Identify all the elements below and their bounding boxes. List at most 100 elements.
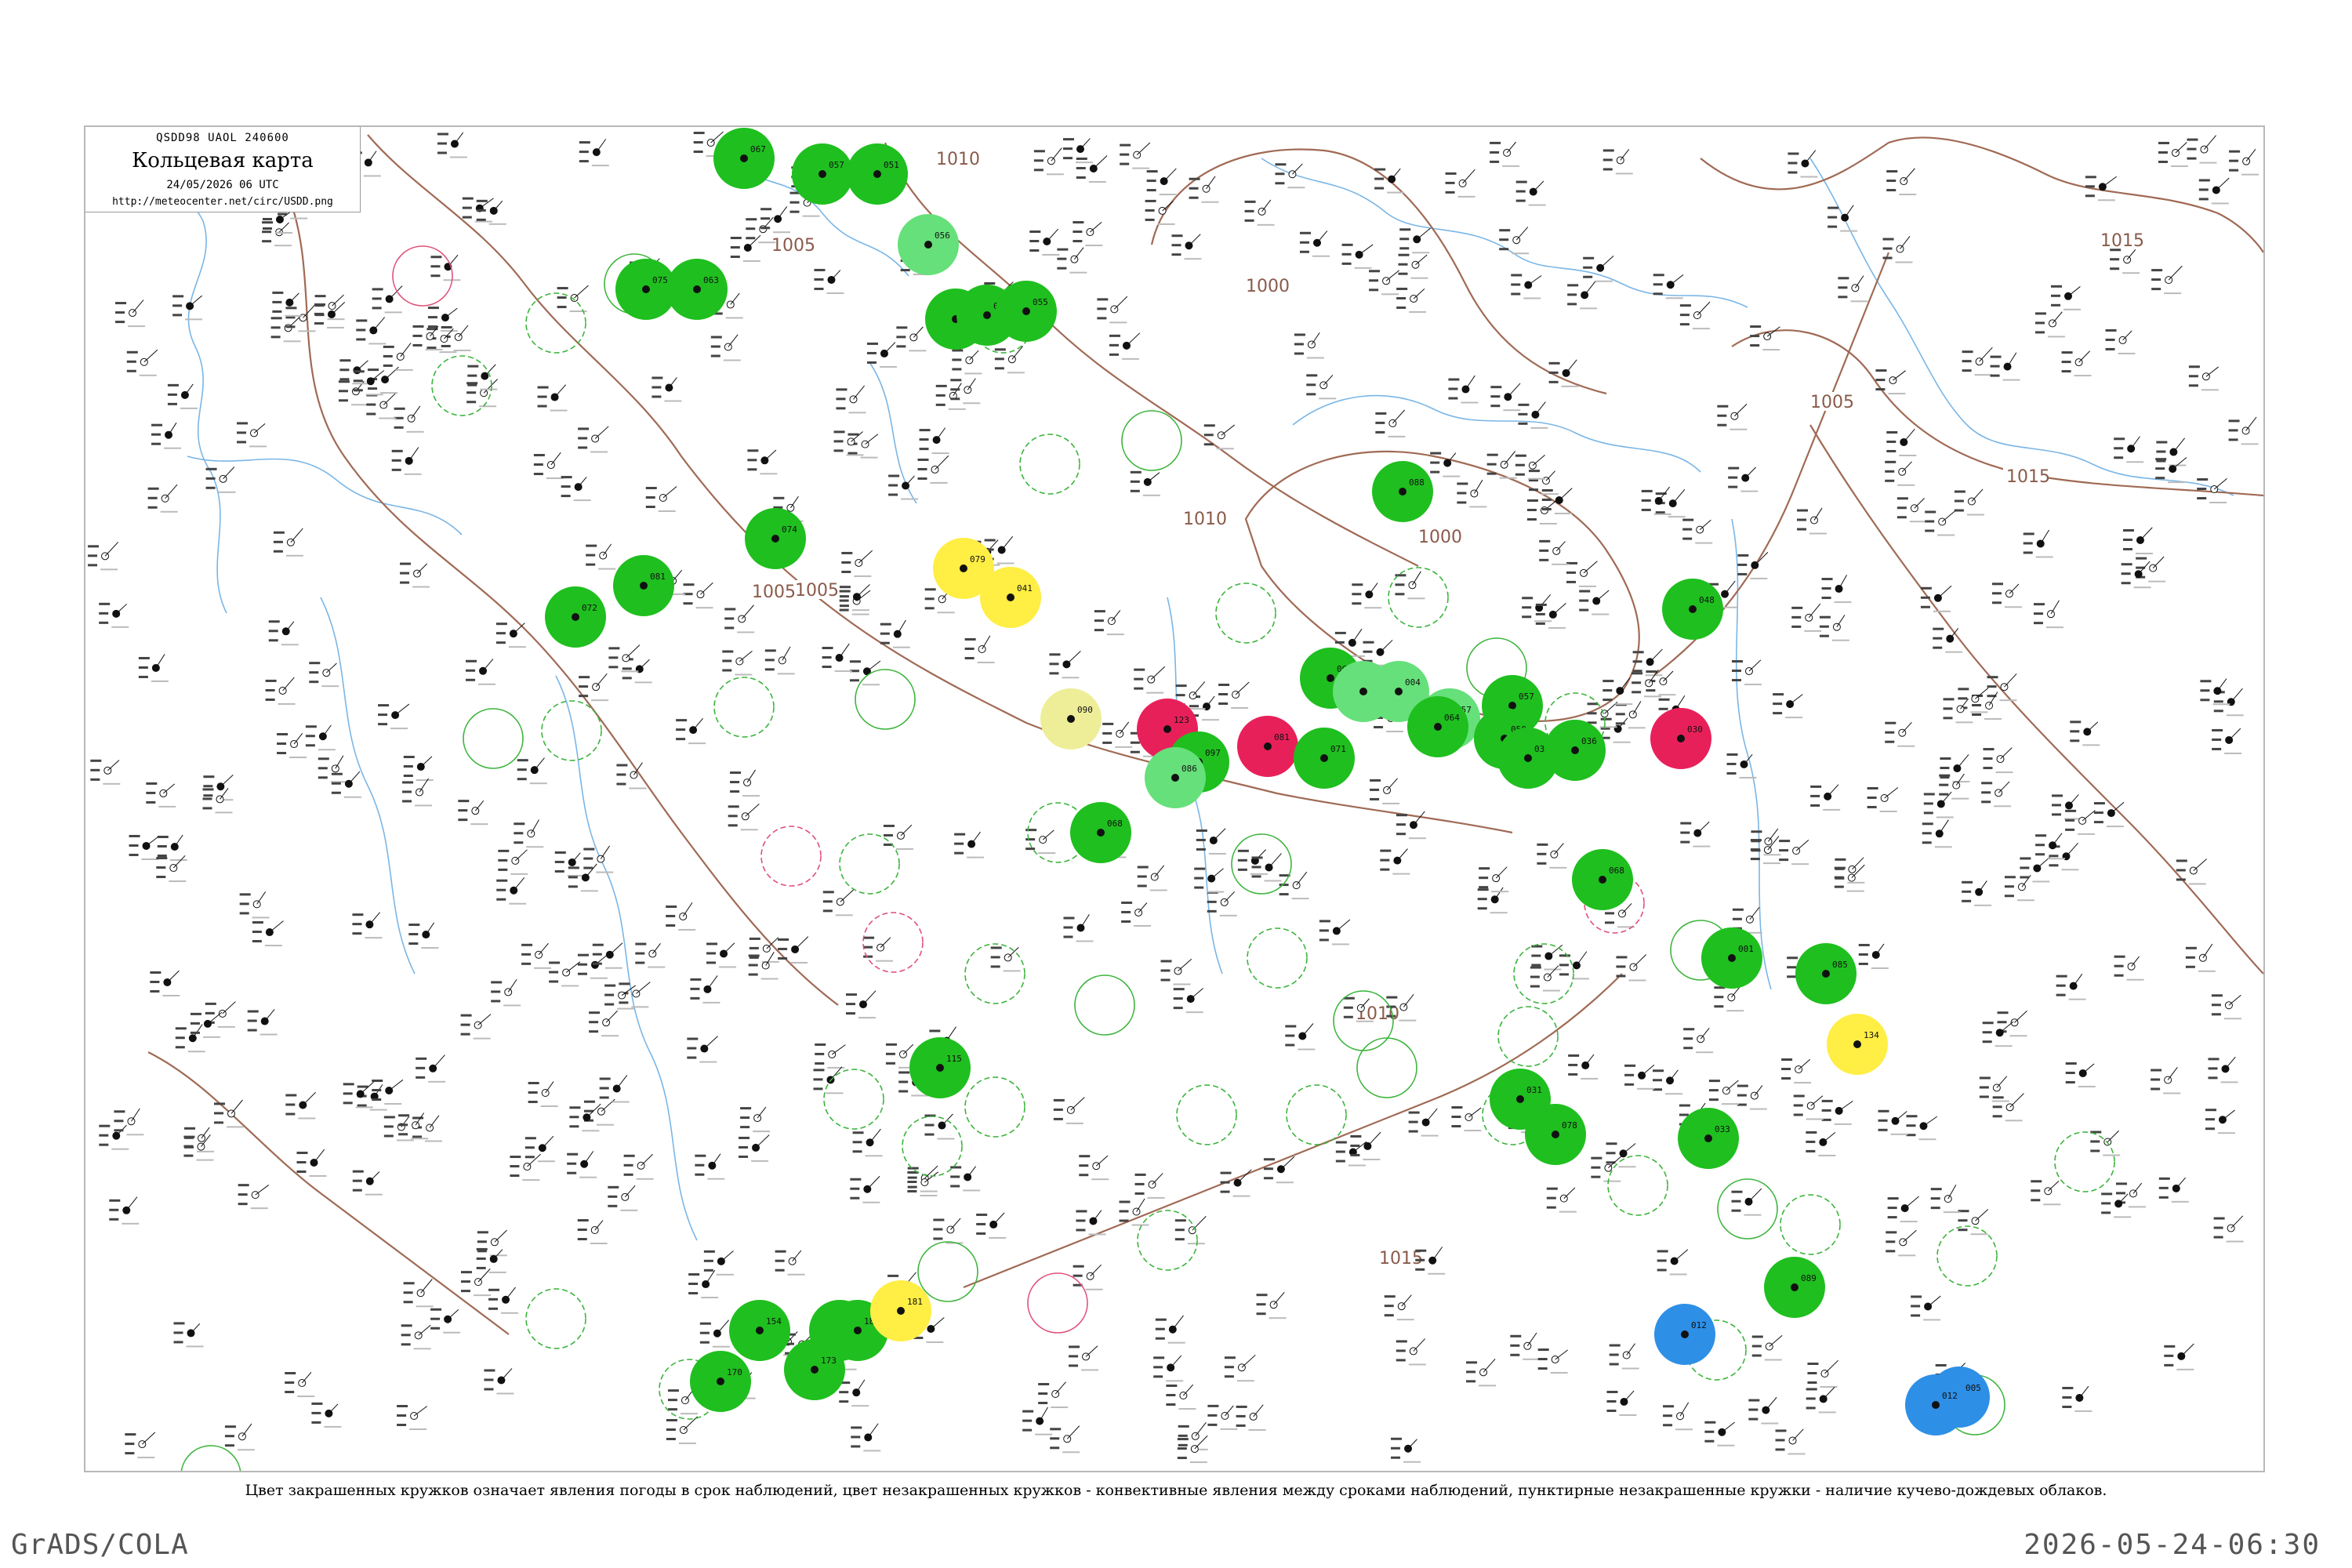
- station-value-mark: [2122, 528, 2134, 532]
- wind-barb: [493, 1249, 503, 1260]
- station-value-mark: [1029, 240, 1040, 243]
- station-value-mark: [1145, 218, 1155, 221]
- station-plot: [579, 139, 609, 167]
- station-value-mark: [1875, 379, 1886, 382]
- station-value-mark: [1109, 334, 1120, 337]
- station-value-mark: [1962, 899, 1972, 902]
- station-name-mark: [141, 858, 159, 860]
- station-dot: [1666, 281, 1675, 289]
- station-name-mark: [1717, 1444, 1735, 1446]
- station-name-mark: [1219, 914, 1237, 916]
- station-plot: [896, 326, 927, 352]
- wind-barb: [1359, 244, 1374, 256]
- station-plot: [394, 405, 424, 433]
- station-plot: [1134, 1173, 1165, 1199]
- station-value-mark: [839, 1400, 849, 1403]
- station-name-mark: [1730, 428, 1748, 430]
- station-name-mark: [550, 409, 568, 412]
- station-value-mark: [1906, 1124, 1916, 1127]
- wind-barb: [1367, 1131, 1381, 1147]
- station-value-mark: [2034, 312, 2046, 315]
- station-value-mark: [1396, 296, 1406, 299]
- station-name-mark: [742, 795, 760, 797]
- station-name-mark: [648, 966, 666, 968]
- station-value-mark: [1369, 289, 1379, 292]
- wind-barb: [585, 863, 597, 878]
- wind-barb: [2052, 311, 2063, 324]
- weather-station-filled: 086: [1145, 747, 1206, 808]
- wind-barb: [1650, 648, 1663, 662]
- station-plot: [1306, 374, 1337, 400]
- station-plot: [1451, 1106, 1482, 1132]
- station-name-mark: [1890, 1133, 1908, 1135]
- station-name-mark: [964, 372, 982, 375]
- isobar-label: 1015: [2006, 467, 2050, 487]
- station-value-mark: [1602, 699, 1613, 702]
- station-value-mark: [460, 1033, 470, 1036]
- station-value-mark: [1102, 722, 1114, 725]
- station-value-mark: [1033, 169, 1044, 172]
- station-value-mark: [1568, 1073, 1578, 1076]
- station-name-mark: [1167, 1341, 1185, 1344]
- station-plot: [1518, 401, 1548, 429]
- wind-barb: [146, 835, 160, 847]
- station-name-mark: [1951, 797, 1969, 800]
- station-value-mark: [583, 848, 595, 851]
- station-name-mark: [1762, 349, 1780, 351]
- station-value-mark: [919, 448, 929, 451]
- station-pressure-code: 067: [750, 144, 766, 154]
- station-value-mark: [1886, 449, 1896, 452]
- station-dot: [1264, 742, 1272, 750]
- station-value-mark: [2065, 1062, 2077, 1065]
- station-name-mark: [1464, 1130, 1482, 1132]
- station-value-mark: [214, 1112, 224, 1115]
- station-value-mark: [1384, 1305, 1394, 1308]
- station-value-mark: [1548, 361, 1560, 365]
- wind-barb: [1626, 1343, 1635, 1356]
- station-value-mark: [896, 326, 908, 329]
- station-name-mark: [1970, 1233, 1988, 1236]
- station-value-mark: [247, 1019, 257, 1022]
- station-value-mark: [1341, 262, 1352, 265]
- wind-barb: [328, 1403, 339, 1414]
- station-value-mark: [730, 256, 740, 259]
- station-value-mark: [383, 354, 393, 358]
- wind-barb: [1996, 1076, 2008, 1088]
- station-value-mark: [747, 449, 759, 452]
- station-value-mark: [412, 325, 424, 328]
- station-value-mark: [1079, 1164, 1089, 1167]
- wind-barb: [723, 942, 735, 954]
- station-plot: [567, 1151, 597, 1178]
- station-plot: [1714, 985, 1744, 1012]
- station-value-mark: [924, 588, 936, 591]
- wind-barb: [1073, 247, 1084, 260]
- station-value-mark: [778, 938, 789, 941]
- station-value-mark: [2051, 285, 2063, 288]
- station-value-mark: [2156, 441, 2168, 444]
- station-value-mark: [1600, 717, 1612, 720]
- station-value-mark: [964, 657, 975, 660]
- weather-station-filled: 063: [666, 259, 728, 320]
- station-dot: [1571, 746, 1579, 754]
- station-dot: [640, 582, 648, 590]
- station-value-mark: [1806, 1397, 1816, 1400]
- station-value-mark: [666, 1428, 676, 1431]
- station-dot: [1434, 723, 1442, 731]
- wind-barb: [2078, 350, 2091, 363]
- wind-barb: [884, 342, 896, 354]
- station-value-mark: [296, 1170, 307, 1173]
- station-value-mark: [252, 931, 262, 934]
- station-value-mark: [554, 860, 564, 863]
- map-url[interactable]: http://meteocenter.net/circ/USDD.png: [85, 196, 360, 208]
- wind-barb: [230, 1099, 243, 1114]
- station-name-mark: [1530, 426, 1548, 429]
- station-value-mark: [1236, 1405, 1247, 1408]
- station-name-mark: [1613, 741, 1631, 743]
- station-plot: [1991, 583, 2022, 608]
- station-value-mark: [239, 912, 249, 915]
- wind-barb: [720, 1250, 734, 1262]
- wind-barb: [269, 920, 284, 933]
- station-name-mark: [2002, 379, 2020, 381]
- station-dot: [1327, 674, 1334, 682]
- station-name-mark: [851, 609, 869, 612]
